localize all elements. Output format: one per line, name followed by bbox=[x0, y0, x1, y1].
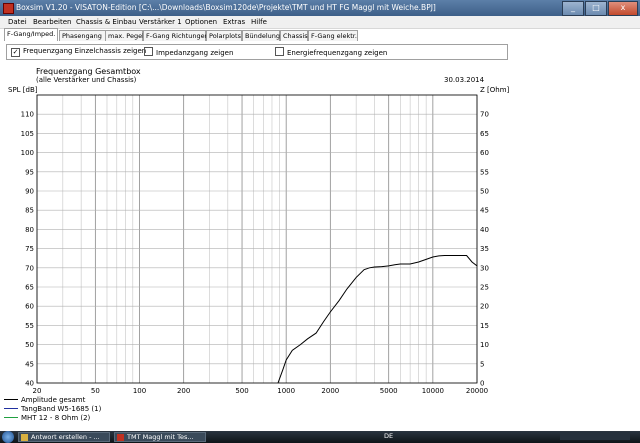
y2-tick-label: 70 bbox=[480, 111, 489, 119]
taskbar-item-antwort[interactable]: Antwort erstellen - ... bbox=[18, 432, 110, 442]
y-tick-label: 60 bbox=[25, 303, 34, 311]
y2-tick-label: 50 bbox=[480, 188, 489, 196]
y2-tick-label: 40 bbox=[480, 226, 489, 234]
plot-background bbox=[37, 95, 477, 383]
y2-tick-label: 55 bbox=[480, 168, 489, 176]
y2-tick-label: 30 bbox=[480, 264, 489, 272]
x-tick-label: 1000 bbox=[277, 387, 295, 395]
boxsim-icon bbox=[117, 434, 124, 441]
x-tick-label: 10000 bbox=[422, 387, 444, 395]
legend-label-amplitude: Amplitude gesamt bbox=[21, 396, 86, 404]
y-tick-label: 55 bbox=[25, 322, 34, 330]
y-tick-label: 100 bbox=[21, 149, 34, 157]
y2-tick-label: 25 bbox=[480, 284, 489, 292]
taskbar-item-antwort-label: Antwort erstellen - ... bbox=[31, 433, 100, 441]
y2-tick-label: 15 bbox=[480, 322, 489, 330]
legend-entry-amplitude: Amplitude gesamt bbox=[4, 396, 85, 404]
legend-swatch-mht bbox=[4, 417, 18, 418]
y-tick-label: 90 bbox=[25, 188, 34, 196]
y-tick-label: 45 bbox=[25, 360, 34, 368]
y2-tick-label: 60 bbox=[480, 149, 489, 157]
x-tick-label: 100 bbox=[133, 387, 146, 395]
legend-swatch-tangband bbox=[4, 408, 18, 409]
taskbar-item-boxsim-label: TMT Maggl mit Tes... bbox=[127, 433, 194, 441]
y2-tick-label: 65 bbox=[480, 130, 489, 138]
y2-tick-label: 45 bbox=[480, 207, 489, 215]
language-indicator[interactable]: DE bbox=[384, 432, 393, 440]
frequency-response-plot: 4045505560657075808590951001051100510152… bbox=[21, 94, 489, 395]
y-tick-label: 50 bbox=[25, 341, 34, 349]
browser-icon bbox=[21, 434, 28, 441]
x-tick-label: 500 bbox=[235, 387, 248, 395]
y-tick-label: 80 bbox=[25, 226, 34, 234]
legend-label-mht: MHT 12 - 8 Ohm (2) bbox=[21, 414, 91, 422]
x-tick-label: 200 bbox=[177, 387, 190, 395]
y-tick-label: 95 bbox=[25, 168, 34, 176]
x-tick-label: 20000 bbox=[466, 387, 488, 395]
y2-tick-label: 35 bbox=[480, 245, 489, 253]
y2-tick-label: 20 bbox=[480, 303, 489, 311]
legend-entry-mht: MHT 12 - 8 Ohm (2) bbox=[4, 414, 90, 422]
y-tick-label: 85 bbox=[25, 207, 34, 215]
y-tick-label: 65 bbox=[25, 284, 34, 292]
taskbar: Antwort erstellen - ... TMT Maggl mit Te… bbox=[0, 431, 640, 443]
x-tick-label: 2000 bbox=[321, 387, 339, 395]
start-button[interactable] bbox=[2, 431, 14, 443]
x-tick-label: 5000 bbox=[380, 387, 398, 395]
y-tick-label: 70 bbox=[25, 264, 34, 272]
y-tick-label: 75 bbox=[25, 245, 34, 253]
legend-entry-tangband: TangBand W5-1685 (1) bbox=[4, 405, 101, 413]
y-tick-label: 110 bbox=[21, 111, 34, 119]
taskbar-item-boxsim[interactable]: TMT Maggl mit Tes... bbox=[114, 432, 206, 442]
legend-label-tangband: TangBand W5-1685 (1) bbox=[21, 405, 102, 413]
system-tray[interactable] bbox=[560, 432, 630, 440]
y2-tick-label: 5 bbox=[480, 360, 484, 368]
y-tick-label: 105 bbox=[21, 130, 34, 138]
x-tick-label: 50 bbox=[91, 387, 100, 395]
y2-tick-label: 10 bbox=[480, 341, 489, 349]
x-tick-label: 20 bbox=[33, 387, 42, 395]
legend-swatch-amplitude bbox=[4, 399, 18, 400]
